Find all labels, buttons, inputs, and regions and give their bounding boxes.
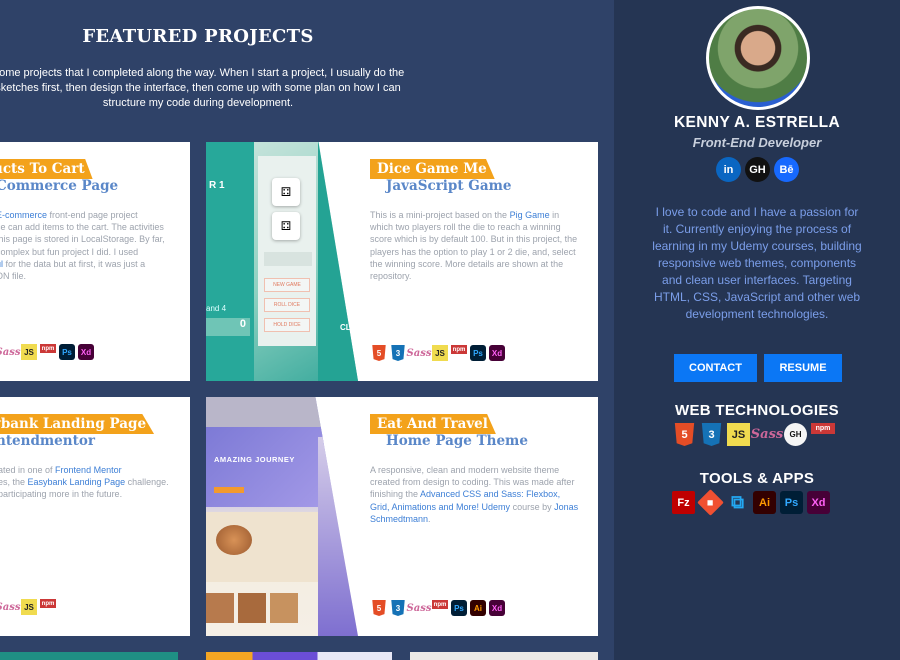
npm-icon: npm <box>432 600 448 609</box>
project-tag: ybank Landing Page <box>0 414 155 434</box>
html5-icon: 5 <box>372 600 386 616</box>
tools-apps-icons: Fz ◆ ⧉ Ai Ps Xd <box>672 489 830 516</box>
project-description: ated in one of Frontend Mentor es, the E… <box>0 465 169 500</box>
photoshop-icon: Ps <box>59 344 75 360</box>
project-thumbnail[interactable]: R 1 R 1 and 4 0 ⚃ ⚃ NEW GAME ROLL DICE H… <box>206 142 358 381</box>
project-tag: Eat And Travel <box>370 414 496 434</box>
github-icon: GH <box>784 423 807 446</box>
npm-icon: npm <box>451 345 467 354</box>
illustrator-icon: Ai <box>470 600 486 616</box>
adobe-xd-icon: Xd <box>807 491 830 514</box>
illustrator-icon: Ai <box>753 491 776 514</box>
project-link[interactable]: Frontend Mentor <box>55 465 122 475</box>
thumb-hold-dice-button: HOLD DICE <box>264 318 310 332</box>
project-subtitle: Commerce Page <box>0 178 119 194</box>
project-card-partial[interactable] <box>206 652 392 660</box>
action-buttons: CONTACT RESUME <box>674 354 842 382</box>
project-subtitle: ntendmentor <box>0 433 95 449</box>
tools-apps-title: TOOLS & APPS <box>699 470 815 487</box>
project-card-partial[interactable] <box>0 652 178 660</box>
photoshop-icon: Ps <box>470 345 486 361</box>
javascript-icon: JS <box>432 345 448 361</box>
section-description: Some projects that I completed along the… <box>0 67 405 109</box>
sass-icon: Sass <box>0 601 21 613</box>
project-subtitle: JavaScript Game <box>386 178 512 194</box>
sass-icon: Sass <box>406 602 432 614</box>
tech-icons: 5 3 Sass npm Ps Ai Xd <box>371 600 505 616</box>
html5-icon: 5 <box>674 423 695 446</box>
css3-icon: 3 <box>391 600 405 616</box>
css3-icon: 3 <box>701 423 722 446</box>
web-technologies-title: WEB TECHNOLOGIES <box>675 402 839 419</box>
npm-icon: npm <box>40 599 56 608</box>
vscode-icon: ⧉ <box>731 492 744 512</box>
npm-icon: npm <box>811 423 835 434</box>
tech-icons: Sass JS npm <box>0 599 56 615</box>
github-icon[interactable]: GH <box>745 157 770 182</box>
project-link[interactable]: Pig Game <box>510 210 550 220</box>
project-card-dice-game[interactable]: R 1 R 1 and 4 0 ⚃ ⚃ NEW GAME ROLL DICE H… <box>206 142 598 381</box>
adobe-xd-icon: Xd <box>78 344 94 360</box>
project-description: E-commerce front-end page project ce can… <box>0 209 186 282</box>
project-card-cart[interactable]: ucts To Cart Commerce Page E-commerce fr… <box>0 142 190 381</box>
css3-icon: 3 <box>391 345 405 361</box>
filezilla-icon: Fz <box>672 491 695 514</box>
photoshop-icon: Ps <box>780 491 803 514</box>
adobe-xd-icon: Xd <box>489 345 505 361</box>
git-icon: ◆ <box>697 489 724 516</box>
sass-icon: Sass <box>0 346 21 358</box>
project-card-eat-and-travel[interactable]: AMAZING JOURNEY Eat And Travel Home Page… <box>206 397 598 636</box>
tech-icons: Sass JS npm Ps Xd <box>0 344 94 360</box>
sass-icon: Sass <box>406 347 432 359</box>
section-title: FEATURED PROJECTS <box>82 26 314 47</box>
project-link[interactable]: Easybank Landing Page <box>28 477 126 487</box>
dice-icon: ⚃ <box>272 212 300 240</box>
contact-button[interactable]: CONTACT <box>674 354 757 382</box>
photoshop-icon: Ps <box>451 600 467 616</box>
projects-section: FEATURED PROJECTS Some projects that I c… <box>0 0 614 660</box>
tech-icons: 5 3 Sass JS npm Ps Xd <box>371 345 505 361</box>
project-card-partial[interactable] <box>410 652 598 660</box>
javascript-icon: JS <box>727 423 750 446</box>
profile-name: KENNY A. ESTRELLA <box>673 114 841 131</box>
behance-icon[interactable]: Bē <box>774 157 799 182</box>
sass-icon: Sass <box>750 427 784 442</box>
resume-button[interactable]: RESUME <box>764 354 842 382</box>
about-text: I love to code and I have a passion for … <box>652 205 862 321</box>
thumb-roll-dice-button: ROLL DICE <box>264 298 310 312</box>
project-description: This is a mini-project based on the Pig … <box>370 210 578 282</box>
npm-icon: npm <box>40 344 56 353</box>
profile-role: Front-End Developer <box>692 135 822 150</box>
project-tag: Dice Game Me <box>370 159 495 179</box>
project-thumbnail[interactable]: AMAZING JOURNEY <box>206 397 358 636</box>
javascript-icon: JS <box>21 344 37 360</box>
project-description: A responsive, clean and modern website t… <box>370 465 579 524</box>
dice-icon: ⚃ <box>272 178 300 206</box>
thumb-new-game-button: NEW GAME <box>264 278 310 292</box>
javascript-icon: JS <box>21 599 37 615</box>
project-link[interactable]: E-commerce <box>0 210 47 220</box>
social-links: in GH Bē <box>716 157 799 182</box>
web-technologies-icons: 5 3 JS Sass GH npm <box>673 423 835 446</box>
avatar <box>706 6 810 110</box>
project-tag: ucts To Cart <box>0 159 93 179</box>
project-card-easybank[interactable]: ybank Landing Page ntendmentor ated in o… <box>0 397 190 636</box>
linkedin-icon[interactable]: in <box>716 157 741 182</box>
html5-icon: 5 <box>372 345 386 361</box>
project-subtitle: Home Page Theme <box>386 433 528 449</box>
adobe-xd-icon: Xd <box>489 600 505 616</box>
